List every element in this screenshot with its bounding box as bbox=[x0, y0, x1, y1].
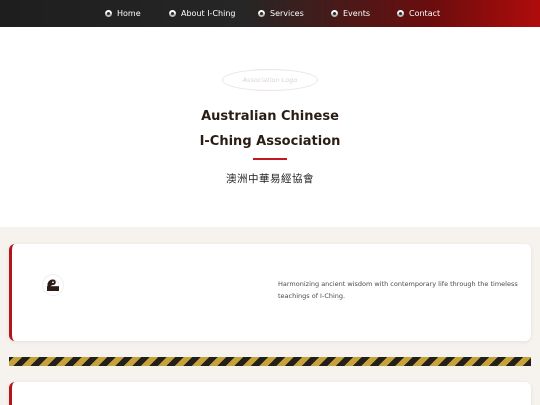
yin-yang-icon bbox=[397, 10, 404, 17]
page-title-line1: Australian Chinese bbox=[201, 109, 339, 124]
intro-card: Harmonizing ancient wisdom with contempo… bbox=[9, 244, 531, 341]
chinese-title: 澳洲中華易經協會 bbox=[226, 173, 314, 185]
nav-item-about[interactable]: About I-Ching bbox=[169, 0, 235, 27]
nav-item-services[interactable]: Services bbox=[258, 0, 304, 27]
nav-item-home[interactable]: Home bbox=[105, 0, 141, 27]
nav-item-label: Services bbox=[270, 9, 304, 18]
yin-yang-icon bbox=[258, 10, 265, 17]
yin-yang-icon bbox=[105, 10, 112, 17]
yin-yang-icon bbox=[331, 10, 338, 17]
next-card bbox=[9, 382, 531, 405]
nav-item-events[interactable]: Events bbox=[331, 0, 370, 27]
nav-item-label: Events bbox=[343, 9, 371, 18]
page-title-line2: I-Ching Association bbox=[199, 134, 341, 149]
nav-item-label: Contact bbox=[409, 9, 441, 18]
nav-item-contact[interactable]: Contact bbox=[397, 0, 440, 27]
yin-yang-icon bbox=[42, 274, 64, 296]
decorative-stripe bbox=[9, 357, 531, 366]
hero-section: Association Logo Australian Chinese I-Ch… bbox=[0, 27, 540, 227]
association-logo: Association Logo bbox=[222, 69, 318, 91]
nav-item-label: About I-Ching bbox=[181, 9, 236, 18]
title-divider bbox=[253, 158, 287, 160]
intro-text: Harmonizing ancient wisdom with contempo… bbox=[278, 280, 518, 300]
yin-yang-icon bbox=[169, 10, 176, 17]
top-nav: Home About I-Ching Services Events Conta… bbox=[0, 0, 540, 27]
nav-item-label: Home bbox=[117, 9, 141, 18]
